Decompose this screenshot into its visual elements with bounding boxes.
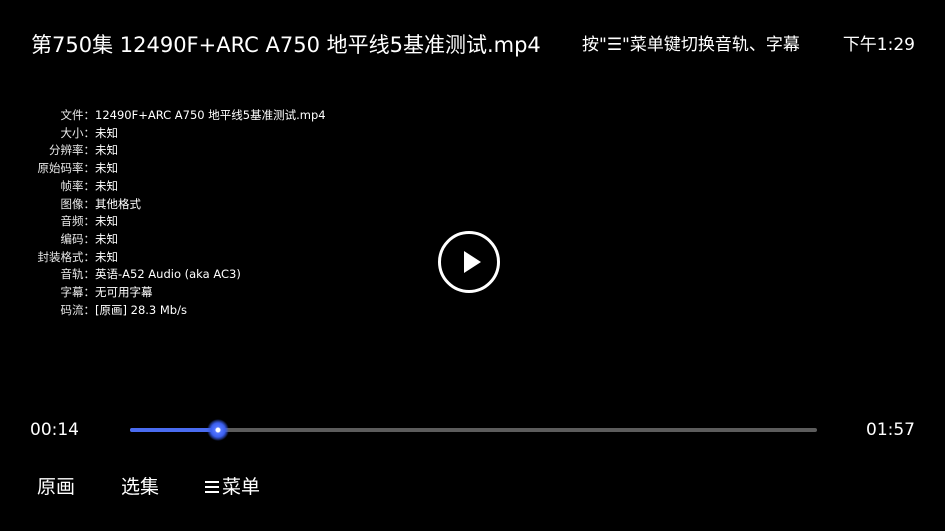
seek-progress-fill <box>130 428 218 432</box>
info-row-resolution: 分辨率： 未知 <box>20 142 326 160</box>
total-time: 01:57 <box>866 420 915 440</box>
info-label: 编码： <box>60 231 96 246</box>
video-player-screen: 第750集 12490F+ARC A750 地平线5基准测试.mp4 按"☰"菜… <box>0 0 945 531</box>
seek-bar[interactable] <box>130 419 817 441</box>
info-value: 英语-A52 Audio (aka AC3) <box>95 267 241 282</box>
info-value: 未知 <box>95 249 118 264</box>
info-row-original-bitrate: 原始码率： 未知 <box>20 160 326 178</box>
info-value: 其他格式 <box>95 196 141 211</box>
bottom-menu-bar: 原画 选集 菜单 <box>37 474 260 500</box>
menu-button[interactable]: 菜单 <box>205 474 260 500</box>
info-label: 图像： <box>60 196 96 211</box>
seek-thumb[interactable] <box>206 419 229 441</box>
info-label: 音轨： <box>60 267 96 282</box>
info-row-stream: 码流： [原画] 28.3 Mb/s <box>20 302 326 320</box>
info-row-audio: 音频： 未知 <box>20 213 326 231</box>
episodes-button[interactable]: 选集 <box>121 474 159 500</box>
info-row-image: 图像： 其他格式 <box>20 196 326 214</box>
media-info-panel: 文件： 12490F+ARC A750 地平线5基准测试.mp4 大小： 未知 … <box>20 107 326 319</box>
info-row-audio-track: 音轨： 英语-A52 Audio (aka AC3) <box>20 266 326 284</box>
info-row-codec: 编码： 未知 <box>20 231 326 249</box>
info-row-framerate: 帧率： 未知 <box>20 178 326 196</box>
info-label: 大小： <box>60 125 96 140</box>
info-row-container: 封装格式： 未知 <box>20 249 326 267</box>
hamburger-icon <box>205 480 220 494</box>
info-value: 未知 <box>95 125 118 140</box>
info-label: 码流： <box>60 302 96 317</box>
info-label: 文件： <box>60 108 96 122</box>
clock: 下午1:29 <box>842 35 915 55</box>
info-value: 未知 <box>95 178 118 193</box>
info-value: 无可用字幕 <box>95 285 153 300</box>
info-value: 未知 <box>95 231 118 246</box>
info-value: 未知 <box>95 214 118 229</box>
video-title: 第750集 12490F+ARC A750 地平线5基准测试.mp4 <box>31 33 541 57</box>
menu-button-label: 菜单 <box>222 476 261 498</box>
menu-hint-text: 按"☰"菜单键切换音轨、字幕 <box>582 35 800 55</box>
info-value: 未知 <box>95 143 118 158</box>
info-value: [原画] 28.3 Mb/s <box>95 302 187 317</box>
info-value: 未知 <box>95 161 118 176</box>
info-value: 12490F+ARC A750 地平线5基准测试.mp4 <box>95 108 326 122</box>
info-label: 帧率： <box>60 178 96 193</box>
info-label: 分辨率： <box>49 143 95 158</box>
info-row-size: 大小： 未知 <box>20 125 326 143</box>
info-label: 原始码率： <box>37 161 96 176</box>
play-button[interactable] <box>438 231 500 293</box>
seek-track <box>130 428 817 432</box>
info-label: 封装格式： <box>37 249 96 264</box>
info-label: 音频： <box>60 214 96 229</box>
quality-original-button[interactable]: 原画 <box>37 474 75 500</box>
info-row-subtitle: 字幕： 无可用字幕 <box>20 284 326 302</box>
info-label: 字幕： <box>60 285 96 300</box>
play-icon <box>464 251 481 273</box>
info-row-file: 文件： 12490F+ARC A750 地平线5基准测试.mp4 <box>20 107 326 125</box>
current-time: 00:14 <box>30 420 79 440</box>
